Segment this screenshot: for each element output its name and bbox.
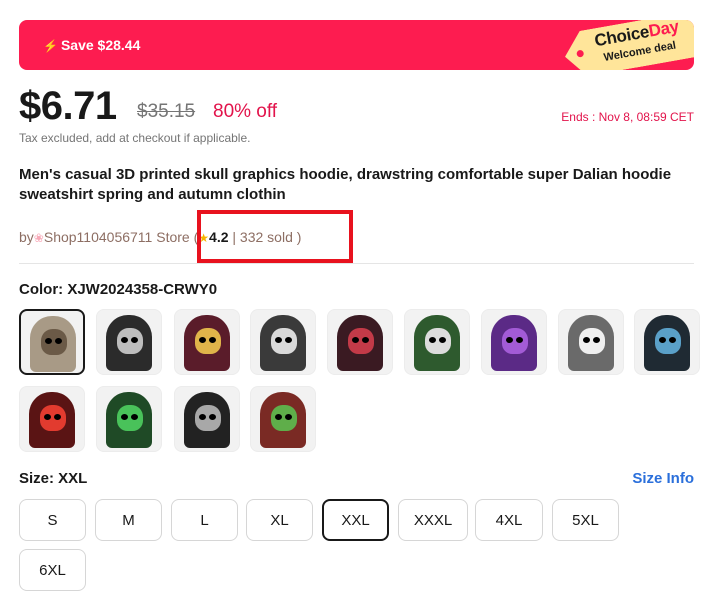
- store-by-label: by: [19, 229, 34, 245]
- size-option-xl[interactable]: XL: [246, 499, 313, 541]
- bolt-icon: ⚡: [43, 39, 58, 53]
- save-banner: ⚡ Save $28.44 ChoiceDay Welcome deal: [19, 20, 694, 70]
- color-swatch[interactable]: [481, 309, 547, 375]
- skull-eye: [516, 337, 523, 343]
- skull-eye: [55, 338, 62, 344]
- size-option-l[interactable]: L: [171, 499, 238, 541]
- size-option-s[interactable]: S: [19, 499, 86, 541]
- skull-eye: [352, 337, 359, 343]
- store-name-link[interactable]: Shop1104056711 Store: [44, 229, 190, 245]
- size-option-m[interactable]: M: [95, 499, 162, 541]
- product-title: Men's casual 3D printed skull graphics h…: [19, 166, 672, 203]
- color-swatch[interactable]: [96, 309, 162, 375]
- size-option-5xl[interactable]: 5XL: [552, 499, 619, 541]
- color-swatch[interactable]: [250, 309, 316, 375]
- size-option-xxl[interactable]: XXL: [322, 499, 389, 541]
- color-swatch[interactable]: [174, 309, 240, 375]
- size-info-link[interactable]: Size Info: [632, 470, 694, 487]
- skull-eye: [285, 337, 292, 343]
- skull-eye: [669, 337, 676, 343]
- color-swatch[interactable]: [327, 309, 393, 375]
- store-flower-icon: ❀: [33, 231, 44, 245]
- size-label: Size: XXL: [19, 470, 88, 487]
- original-price: $35.15: [137, 101, 196, 122]
- section-divider: [19, 263, 694, 264]
- skull-eye: [209, 337, 216, 343]
- skull-eye: [506, 337, 513, 343]
- color-swatch[interactable]: [19, 309, 85, 375]
- discount-percent: 80% off: [213, 101, 278, 122]
- skull-eye: [121, 337, 128, 343]
- tag-hole: [576, 50, 584, 58]
- color-swatch[interactable]: [558, 309, 624, 375]
- skull-eye: [439, 337, 446, 343]
- color-swatch[interactable]: [19, 386, 85, 452]
- skull-eye: [131, 337, 138, 343]
- skull-eye: [659, 337, 666, 343]
- skull-eye: [285, 414, 292, 420]
- color-swatch[interactable]: [634, 309, 700, 375]
- color-label: Color: XJW2024358-CRWY0: [19, 281, 218, 298]
- current-price: $6.71: [19, 84, 117, 128]
- size-option-6xl[interactable]: 6XL: [19, 549, 86, 591]
- skull-eye: [121, 414, 128, 420]
- skull-eye: [362, 337, 369, 343]
- skull-eye: [209, 414, 216, 420]
- skull-eye: [275, 414, 282, 420]
- skull-eye: [275, 337, 282, 343]
- color-swatch[interactable]: [174, 386, 240, 452]
- skull-eye: [199, 414, 206, 420]
- skull-eye: [54, 414, 61, 420]
- skull-eye: [429, 337, 436, 343]
- size-option-xxxl[interactable]: XXXL: [398, 499, 468, 541]
- skull-eye: [583, 337, 590, 343]
- rating-highlight-box: [197, 210, 353, 263]
- skull-eye: [45, 338, 52, 344]
- color-swatch[interactable]: [404, 309, 470, 375]
- skull-eye: [199, 337, 206, 343]
- tax-note: Tax excluded, add at checkout if applica…: [19, 131, 251, 145]
- color-swatch[interactable]: [96, 386, 162, 452]
- skull-eye: [44, 414, 51, 420]
- skull-eye: [131, 414, 138, 420]
- color-swatch[interactable]: [250, 386, 316, 452]
- size-option-4xl[interactable]: 4XL: [475, 499, 543, 541]
- save-amount: ⚡ Save $28.44: [43, 37, 141, 53]
- skull-eye: [593, 337, 600, 343]
- choice-day-tag: ChoiceDay Welcome deal: [561, 20, 694, 70]
- deal-end-time: Ends : Nov 8, 08:59 CET: [561, 110, 694, 124]
